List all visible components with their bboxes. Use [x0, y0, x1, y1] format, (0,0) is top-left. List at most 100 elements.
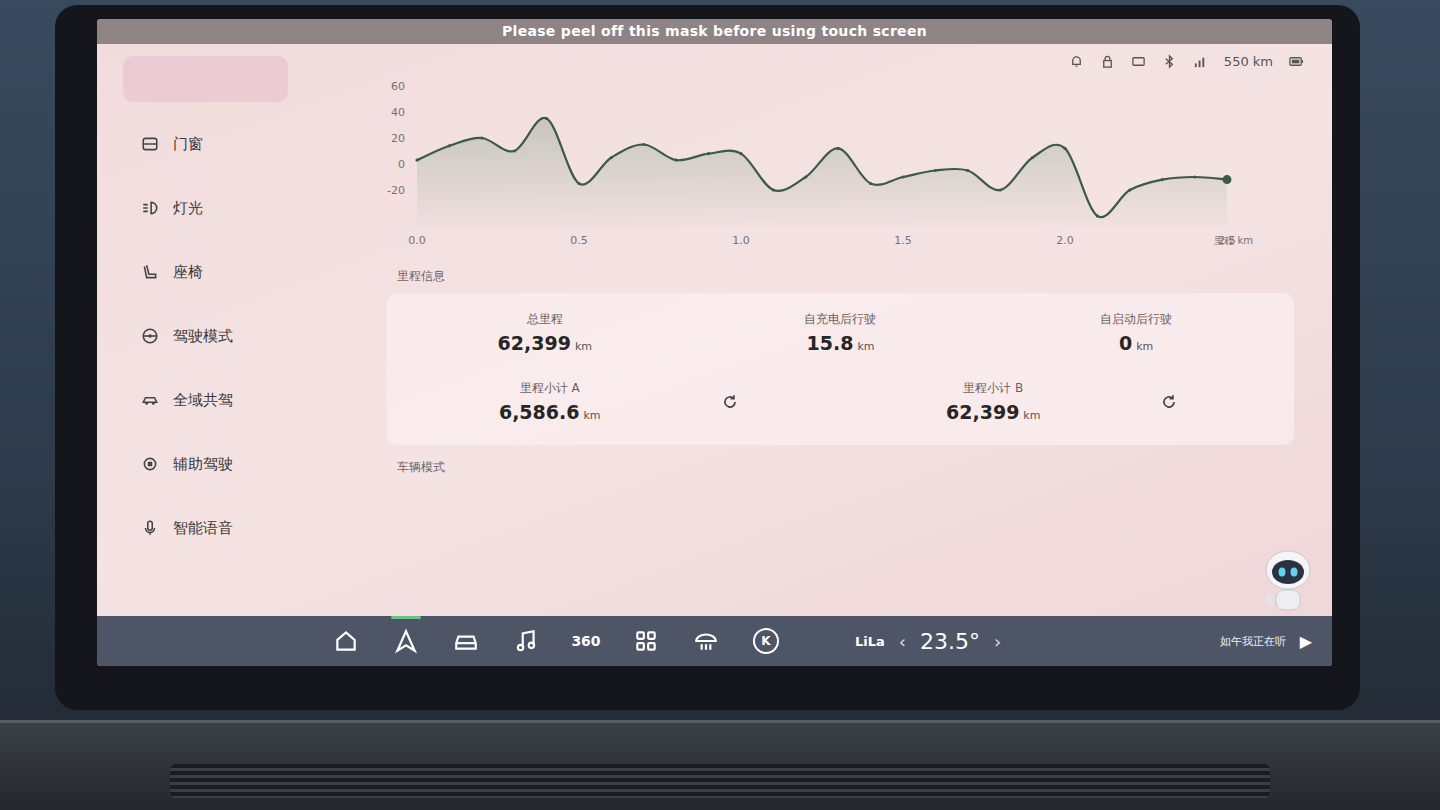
dock-app[interactable]	[687, 622, 725, 660]
stat-unit: km	[575, 340, 592, 353]
stat-label: 自充电后行驶	[804, 311, 876, 328]
chart-point	[837, 147, 840, 150]
dock-app[interactable]: K	[747, 622, 785, 660]
chart-line	[417, 118, 1227, 217]
sidebar: 门窗灯光座椅驾驶模式全域共驾辅助驾驶智能语音	[97, 44, 367, 616]
air-vent	[170, 764, 1270, 798]
assist-drive-icon	[141, 455, 159, 473]
sidebar-item[interactable]: 辅助驾驶	[123, 442, 367, 486]
reset-icon[interactable]	[721, 393, 739, 411]
sidebar-label: 智能语音	[173, 519, 233, 538]
sidebar-item[interactable]: 全域共驾	[123, 378, 367, 422]
sidebar-label: 驾驶模式	[173, 327, 233, 346]
dock-app[interactable]	[507, 622, 545, 660]
dock-bar: 360 K LiLa ‹ 23.5° › 如午我正在听 ▶	[97, 616, 1332, 666]
dashboard-trim	[0, 720, 1440, 810]
infotainment-screen: Please peel off this mask before using t…	[97, 19, 1332, 666]
y-tick: 40	[391, 106, 405, 119]
stat-item: 里程小计 A6,586.6km	[499, 380, 601, 423]
mileage-card: 总里程 62,399km 自充电后行驶 15.8km 自启动后行驶0km 里程小计 A6,…	[387, 293, 1294, 445]
trip-chart: 6040200-200.00.51.01.52.02.5里程 km	[377, 74, 1314, 254]
lock-icon[interactable]	[1100, 54, 1115, 69]
car-icon	[453, 628, 479, 654]
chart-point	[415, 159, 418, 162]
sidebar-item[interactable]: 灯光	[123, 186, 367, 230]
chart-point	[999, 188, 1002, 191]
selected-indicator	[391, 616, 421, 619]
climate-profile[interactable]: LiLa	[855, 634, 885, 649]
car-dashboard: Please peel off this mask before using t…	[0, 0, 1440, 810]
stat-item: 自启动后行驶0km	[988, 311, 1284, 354]
door-icon	[141, 135, 159, 153]
temperature[interactable]: 23.5°	[920, 629, 980, 654]
reset-icon[interactable]	[1160, 393, 1178, 411]
stat-item: 里程小计 B62,399km	[946, 380, 1040, 423]
chart-point	[545, 117, 548, 120]
chart-point	[1128, 188, 1131, 191]
stat-label: 总里程	[527, 311, 563, 328]
sidebar-label: 灯光	[173, 199, 203, 218]
chart-point	[642, 143, 645, 146]
climate-control: LiLa ‹ 23.5° ›	[855, 629, 1001, 654]
stat-unit: km	[1023, 409, 1040, 422]
sidebar-item[interactable]: 驾驶模式	[123, 314, 367, 358]
section-title: 里程信息	[377, 254, 1314, 293]
music-icon	[513, 628, 539, 654]
dock-app[interactable]	[627, 622, 665, 660]
energy-line-chart: 6040200-200.00.51.01.52.02.5里程 km	[377, 74, 1257, 254]
chart-point	[804, 175, 807, 178]
x-tick: 1.0	[732, 234, 750, 247]
sidebar-item[interactable]: 座椅	[123, 250, 367, 294]
stat-label: 里程小计 A	[520, 380, 580, 397]
stat-item: 自充电后行驶 15.8km	[693, 311, 989, 354]
battery-icon	[1289, 54, 1304, 69]
defrost-icon	[693, 628, 719, 654]
microphone-icon	[141, 519, 159, 537]
dock-app[interactable]	[447, 622, 485, 660]
y-tick: 60	[391, 80, 405, 93]
stat-value: 15.8km	[807, 332, 875, 354]
dock-app[interactable]: 360	[567, 622, 605, 660]
chart-area	[417, 118, 1227, 226]
signal-icon	[1193, 54, 1208, 69]
chart-point	[513, 149, 516, 152]
x-tick: 2.0	[1056, 234, 1074, 247]
card-icon[interactable]	[1131, 54, 1146, 69]
play-button[interactable]: ▶	[1300, 632, 1312, 651]
sidebar-item[interactable]: 智能语音	[123, 506, 367, 550]
x-tick: 1.5	[894, 234, 912, 247]
stat-label: 里程小计 B	[963, 380, 1023, 397]
content-panel: 550 km6040200-200.00.51.01.52.02.5里程 km里…	[367, 44, 1332, 616]
assistant-robot-icon[interactable]	[1258, 544, 1318, 616]
chart-point	[480, 136, 483, 139]
dock-app[interactable]	[327, 622, 365, 660]
bell-icon[interactable]	[1069, 54, 1084, 69]
stats-row: 里程小计 A6,586.6km 里程小计 B62,399km	[397, 380, 1284, 423]
chart-point	[577, 182, 580, 185]
app-badge: K	[753, 628, 779, 654]
steering-wheel-icon	[141, 327, 159, 345]
app-dock: 360 K	[327, 622, 785, 660]
stat-unit: km	[1136, 340, 1153, 353]
home-icon	[333, 628, 359, 654]
chart-point	[1161, 178, 1164, 181]
navigation-icon	[393, 628, 419, 654]
stat-value: 0km	[1119, 332, 1153, 354]
media-title: 如午我正在听	[1220, 634, 1286, 649]
sidebar-label: 座椅	[173, 263, 203, 282]
temp-increase[interactable]: ›	[994, 631, 1001, 652]
sidebar-label: 全域共驾	[173, 391, 233, 410]
stat-value: 62,399km	[498, 332, 592, 354]
dock-app[interactable]	[387, 622, 425, 660]
stats-row: 总里程 62,399km 自充电后行驶 15.8km 自启动后行驶0km	[397, 311, 1284, 354]
stat-unit: km	[583, 409, 600, 422]
sidebar-item[interactable]: 门窗	[123, 122, 367, 166]
temp-decrease[interactable]: ‹	[899, 631, 906, 652]
chart-point	[1063, 147, 1066, 150]
chart-point	[966, 169, 969, 172]
bluetooth-icon[interactable]	[1162, 54, 1177, 69]
profile-box[interactable]	[123, 56, 288, 102]
app-label: 360	[571, 633, 600, 649]
media-player: 如午我正在听 ▶	[1220, 632, 1312, 651]
chart-point	[1031, 156, 1034, 159]
